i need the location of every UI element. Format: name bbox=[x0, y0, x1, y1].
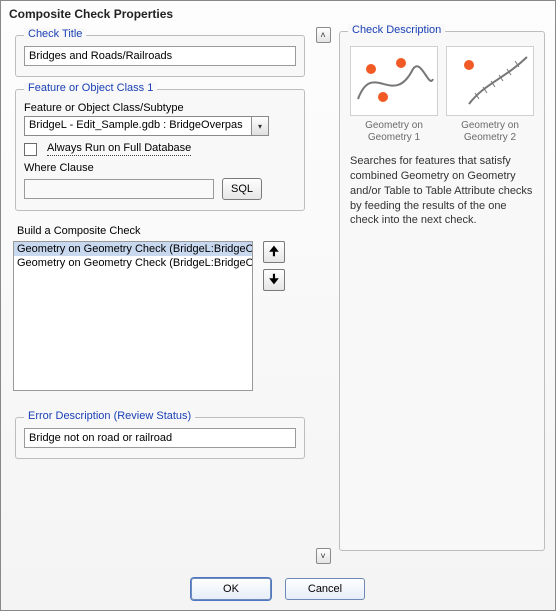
check-title-group: Check Title bbox=[15, 35, 305, 77]
list-item[interactable]: Geometry on Geometry Check (BridgeL:Brid… bbox=[14, 256, 252, 270]
check-description-group: Check Description Geometry on Geometry 1 bbox=[339, 31, 545, 551]
description-thumbnails: Geometry on Geometry 1 bbox=[348, 46, 536, 144]
thumb-caption-2: Geometry on Geometry 2 bbox=[446, 120, 534, 144]
arrow-up-icon: 🠉 bbox=[269, 242, 279, 263]
where-clause-input[interactable] bbox=[24, 179, 214, 199]
always-run-checkbox[interactable] bbox=[24, 143, 37, 156]
thumb-canvas-1 bbox=[350, 46, 438, 116]
feature-class-legend: Feature or Object Class 1 bbox=[24, 82, 157, 94]
dialog-buttons: OK Cancel bbox=[1, 570, 555, 610]
geometry-1-icon bbox=[353, 49, 435, 113]
where-clause-label: Where Clause bbox=[24, 162, 296, 174]
thumb-geometry-1: Geometry on Geometry 1 bbox=[350, 46, 438, 144]
error-desc-legend: Error Description (Review Status) bbox=[24, 410, 195, 422]
dialog-title: Composite Check Properties bbox=[1, 1, 555, 25]
always-run-row: Always Run on Full Database bbox=[24, 142, 296, 156]
feature-class-selected: BridgeL - Edit_Sample.gdb : BridgeOverpa… bbox=[24, 116, 251, 136]
always-run-label: Always Run on Full Database bbox=[47, 142, 191, 156]
feature-class-label: Feature or Object Class/Subtype bbox=[24, 102, 296, 114]
ok-button[interactable]: OK bbox=[191, 578, 271, 600]
error-desc-input[interactable] bbox=[24, 428, 296, 448]
description-text: Searches for features that satisfy combi… bbox=[348, 152, 536, 230]
feature-class-group: Feature or Object Class 1 Feature or Obj… bbox=[15, 89, 305, 211]
scroll-down-button[interactable]: ˅ bbox=[316, 548, 331, 564]
move-down-button[interactable]: 🠋 bbox=[263, 269, 285, 291]
content-area: Check Title Feature or Object Class 1 Fe… bbox=[1, 25, 555, 570]
geometry-2-icon bbox=[449, 49, 531, 113]
left-scrollbar[interactable]: ˄ ˅ bbox=[315, 25, 331, 566]
thumb-caption-1: Geometry on Geometry 1 bbox=[350, 120, 438, 144]
thumb-canvas-2 bbox=[446, 46, 534, 116]
check-title-legend: Check Title bbox=[24, 28, 86, 40]
thumb-geometry-2: Geometry on Geometry 2 bbox=[446, 46, 534, 144]
left-scrollpane: Check Title Feature or Object Class 1 Fe… bbox=[9, 25, 309, 566]
composite-label: Build a Composite Check bbox=[17, 225, 305, 237]
composite-listbox[interactable]: Geometry on Geometry Check (BridgeL:Brid… bbox=[13, 241, 253, 391]
composite-row: Geometry on Geometry Check (BridgeL:Brid… bbox=[13, 241, 307, 391]
chevron-up-icon: ˄ bbox=[320, 31, 325, 40]
reorder-controls: 🠉 🠋 bbox=[263, 241, 285, 291]
sql-button[interactable]: SQL bbox=[222, 178, 262, 200]
move-up-button[interactable]: 🠉 bbox=[263, 241, 285, 263]
check-description-legend: Check Description bbox=[348, 24, 445, 36]
list-item[interactable]: Geometry on Geometry Check (BridgeL:Brid… bbox=[14, 242, 252, 256]
check-title-input[interactable] bbox=[24, 46, 296, 66]
where-clause-row: SQL bbox=[24, 178, 296, 200]
arrow-down-icon: 🠋 bbox=[269, 270, 279, 291]
chevron-down-icon: ˅ bbox=[320, 552, 325, 561]
feature-class-select[interactable]: BridgeL - Edit_Sample.gdb : BridgeOverpa… bbox=[24, 116, 269, 136]
right-panel: Check Description Geometry on Geometry 1 bbox=[337, 25, 547, 566]
scroll-up-button[interactable]: ˄ bbox=[316, 27, 331, 43]
cancel-button[interactable]: Cancel bbox=[285, 578, 365, 600]
dropdown-icon[interactable]: ▾ bbox=[251, 116, 269, 136]
dialog-window: Composite Check Properties Check Title F… bbox=[0, 0, 556, 611]
left-panel: Check Title Feature or Object Class 1 Fe… bbox=[9, 25, 309, 566]
error-desc-group: Error Description (Review Status) bbox=[15, 417, 305, 459]
